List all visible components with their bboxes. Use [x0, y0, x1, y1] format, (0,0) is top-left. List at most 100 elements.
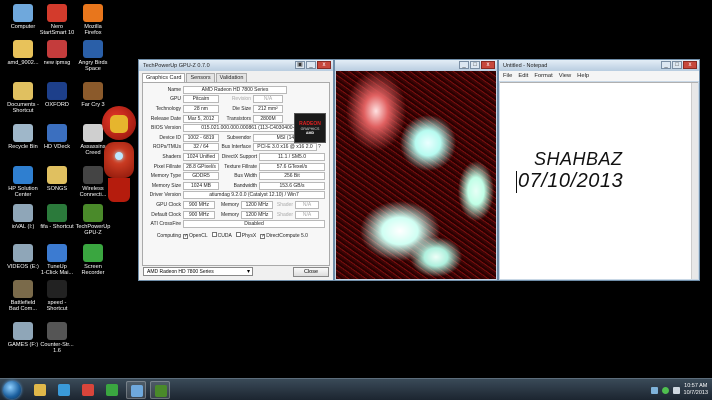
desktop-shortcut[interactable]: Far Cry 3 — [72, 82, 114, 108]
desktop-shortcut-label: Screen Recorder — [81, 264, 105, 277]
minimize-button[interactable]: _ — [459, 61, 469, 69]
desktop-shortcut-label: Battlefield Bad Com... — [9, 300, 37, 313]
taskbar-button[interactable] — [54, 381, 74, 399]
text-caret — [516, 171, 517, 193]
desktop-shortcut[interactable]: Mozilla Firefox — [72, 4, 114, 37]
window-taskbar-icon — [131, 385, 143, 397]
tab-graphics-card[interactable]: Graphics Card — [142, 73, 186, 82]
documents-shortcut-icon — [13, 82, 33, 100]
volume-icon[interactable] — [672, 386, 680, 394]
desktop-shortcut-label: new ipmsg — [43, 60, 71, 66]
gpu-select-dropdown[interactable]: AMD Radeon HD 7800 Series — [143, 267, 253, 276]
technology-value: 28 nm — [183, 104, 219, 113]
battlefield-icon — [13, 280, 33, 298]
menu-edit[interactable]: Edit — [518, 73, 528, 79]
taskbar-button[interactable] — [126, 381, 146, 399]
network-icon[interactable] — [650, 386, 658, 394]
system-tray: 10:57 AM 10/7/2013 — [650, 380, 708, 400]
gpuz-close-button[interactable]: Close — [293, 266, 329, 277]
notepad-scrollbar[interactable] — [691, 83, 698, 279]
directcompute-check-mark: ✓ — [260, 232, 266, 239]
close-button[interactable]: x — [683, 61, 697, 69]
texture-fillrate-label: Texture Fillrate — [224, 163, 257, 170]
notepad-text-area[interactable]: SHAHBAZ 07/10/2013 — [500, 82, 698, 279]
name-value: AMD Radeon HD 7800 Series — [183, 85, 287, 94]
speed-shortcut-icon — [47, 280, 67, 298]
close-button[interactable]: x — [317, 61, 331, 69]
desktop-shortcut-label: TuneUp 1-Click Mai... — [40, 264, 74, 277]
release-date-value: Mar 5, 2012 — [183, 114, 219, 123]
taskbar: 10:57 AM 10/7/2013 — [0, 378, 712, 400]
minimize-button[interactable]: _ — [306, 61, 316, 69]
gpu-clock-shader-value: N/A — [295, 200, 319, 209]
counter-strike-icon — [47, 322, 67, 340]
opencl-checkbox[interactable]: ✓OpenCL — [183, 233, 208, 239]
close-button[interactable]: x — [481, 61, 495, 69]
desktop-shortcut-label: OXFORD — [45, 102, 69, 108]
menu-help[interactable]: Help — [577, 73, 589, 79]
gpu-value: Pitcairn — [183, 95, 219, 104]
maximize-button[interactable]: □ — [672, 61, 682, 69]
physx-label: PhysX — [241, 233, 257, 240]
taskbar-button[interactable] — [78, 381, 98, 399]
default-clock-label: Default Clock — [151, 211, 181, 218]
firefox-icon — [83, 4, 103, 22]
menu-file[interactable]: File — [503, 73, 512, 79]
bios-label: BIOS Version — [150, 125, 181, 132]
crossfire-label: ATI CrossFire — [150, 221, 181, 228]
tab-sensors[interactable]: Sensors — [186, 73, 215, 82]
driver-version-label: Driver Version — [149, 192, 181, 199]
taskbar-button[interactable] — [102, 381, 122, 399]
fifa-shortcut-icon — [47, 204, 67, 222]
help-icon[interactable]: ? — [318, 144, 321, 150]
notepad-text-line-1: SHAHBAZ — [534, 149, 623, 169]
gpu-clock-label: GPU Clock — [156, 201, 181, 208]
revision-label: Revision — [231, 96, 251, 103]
artifact-window[interactable]: _ □ x — [334, 59, 498, 281]
taskbar-button[interactable] — [30, 381, 50, 399]
default-clock-shader-label: Shader — [276, 211, 293, 218]
computer-icon — [13, 4, 33, 22]
iron-man-body — [104, 142, 134, 178]
gpuz-window[interactable]: TechPowerUp GPU-Z 0.7.0 ▣ _ x Graphics C… — [138, 59, 334, 281]
notepad-title: Untitled - Notepad — [503, 62, 548, 69]
desktop-shortcut-label: Documents - Shortcut — [7, 102, 39, 115]
memory-size-label: Memory Size — [151, 182, 181, 189]
desktop-shortcut[interactable]: Screen Recorder — [72, 244, 114, 277]
media-center-taskbar-icon — [106, 384, 118, 396]
gpuz-titlebar[interactable]: TechPowerUp GPU-Z 0.7.0 ▣ _ x — [139, 60, 333, 71]
camera-icon[interactable]: ▣ — [295, 61, 305, 69]
menu-view[interactable]: View — [559, 73, 571, 79]
revision-value: N/A — [253, 95, 283, 104]
bandwidth-value: 153.6 GB/s — [259, 181, 325, 190]
desktop-shortcut[interactable]: TechPowerUp GPU-Z — [72, 204, 114, 237]
default-clock-memory-label: Memory — [220, 211, 239, 218]
start-button[interactable] — [3, 381, 21, 399]
clock[interactable]: 10:57 AM 10/7/2013 — [684, 383, 708, 397]
angry-birds-icon — [83, 40, 103, 58]
computing-label: Computing — [156, 232, 181, 239]
desktop-shortcut[interactable]: Angry Birds Space — [72, 40, 114, 73]
tab-validation[interactable]: Validation — [215, 73, 248, 82]
utorrent-icon[interactable] — [661, 386, 669, 394]
notepad-window[interactable]: Untitled - Notepad _ □ x File Edit Forma… — [498, 59, 700, 281]
taskbar-button[interactable] — [150, 381, 170, 399]
texture-fillrate-value: 57.6 GTexel/s — [259, 162, 325, 171]
physx-checkbox[interactable]: PhysX — [235, 232, 257, 240]
menu-format[interactable]: Format — [534, 73, 552, 79]
cuda-checkbox[interactable]: CUDA — [211, 232, 232, 239]
artifact-titlebar[interactable]: _ □ x — [335, 60, 497, 71]
iron-man-figure — [100, 106, 138, 208]
pixel-fillrate-label: Pixel Fillrate — [153, 163, 181, 170]
iron-man-faceplate — [110, 115, 128, 133]
directcompute-checkbox[interactable]: ✓DirectCompute 5.0 — [260, 233, 308, 239]
maximize-button[interactable]: □ — [470, 61, 480, 69]
memory-type-label: Memory Type — [150, 173, 181, 180]
notepad-titlebar[interactable]: Untitled - Notepad _ □ x — [499, 60, 699, 71]
minimize-button[interactable]: _ — [661, 61, 671, 69]
desktop-shortcut[interactable]: speed - Shortcut — [36, 280, 78, 313]
recycle-bin-icon — [13, 124, 33, 142]
desktop-shortcut[interactable]: Counter-Str... 1.6 — [36, 322, 78, 355]
gpuz-taskbar-icon — [155, 385, 167, 397]
drive-icon — [13, 204, 33, 222]
